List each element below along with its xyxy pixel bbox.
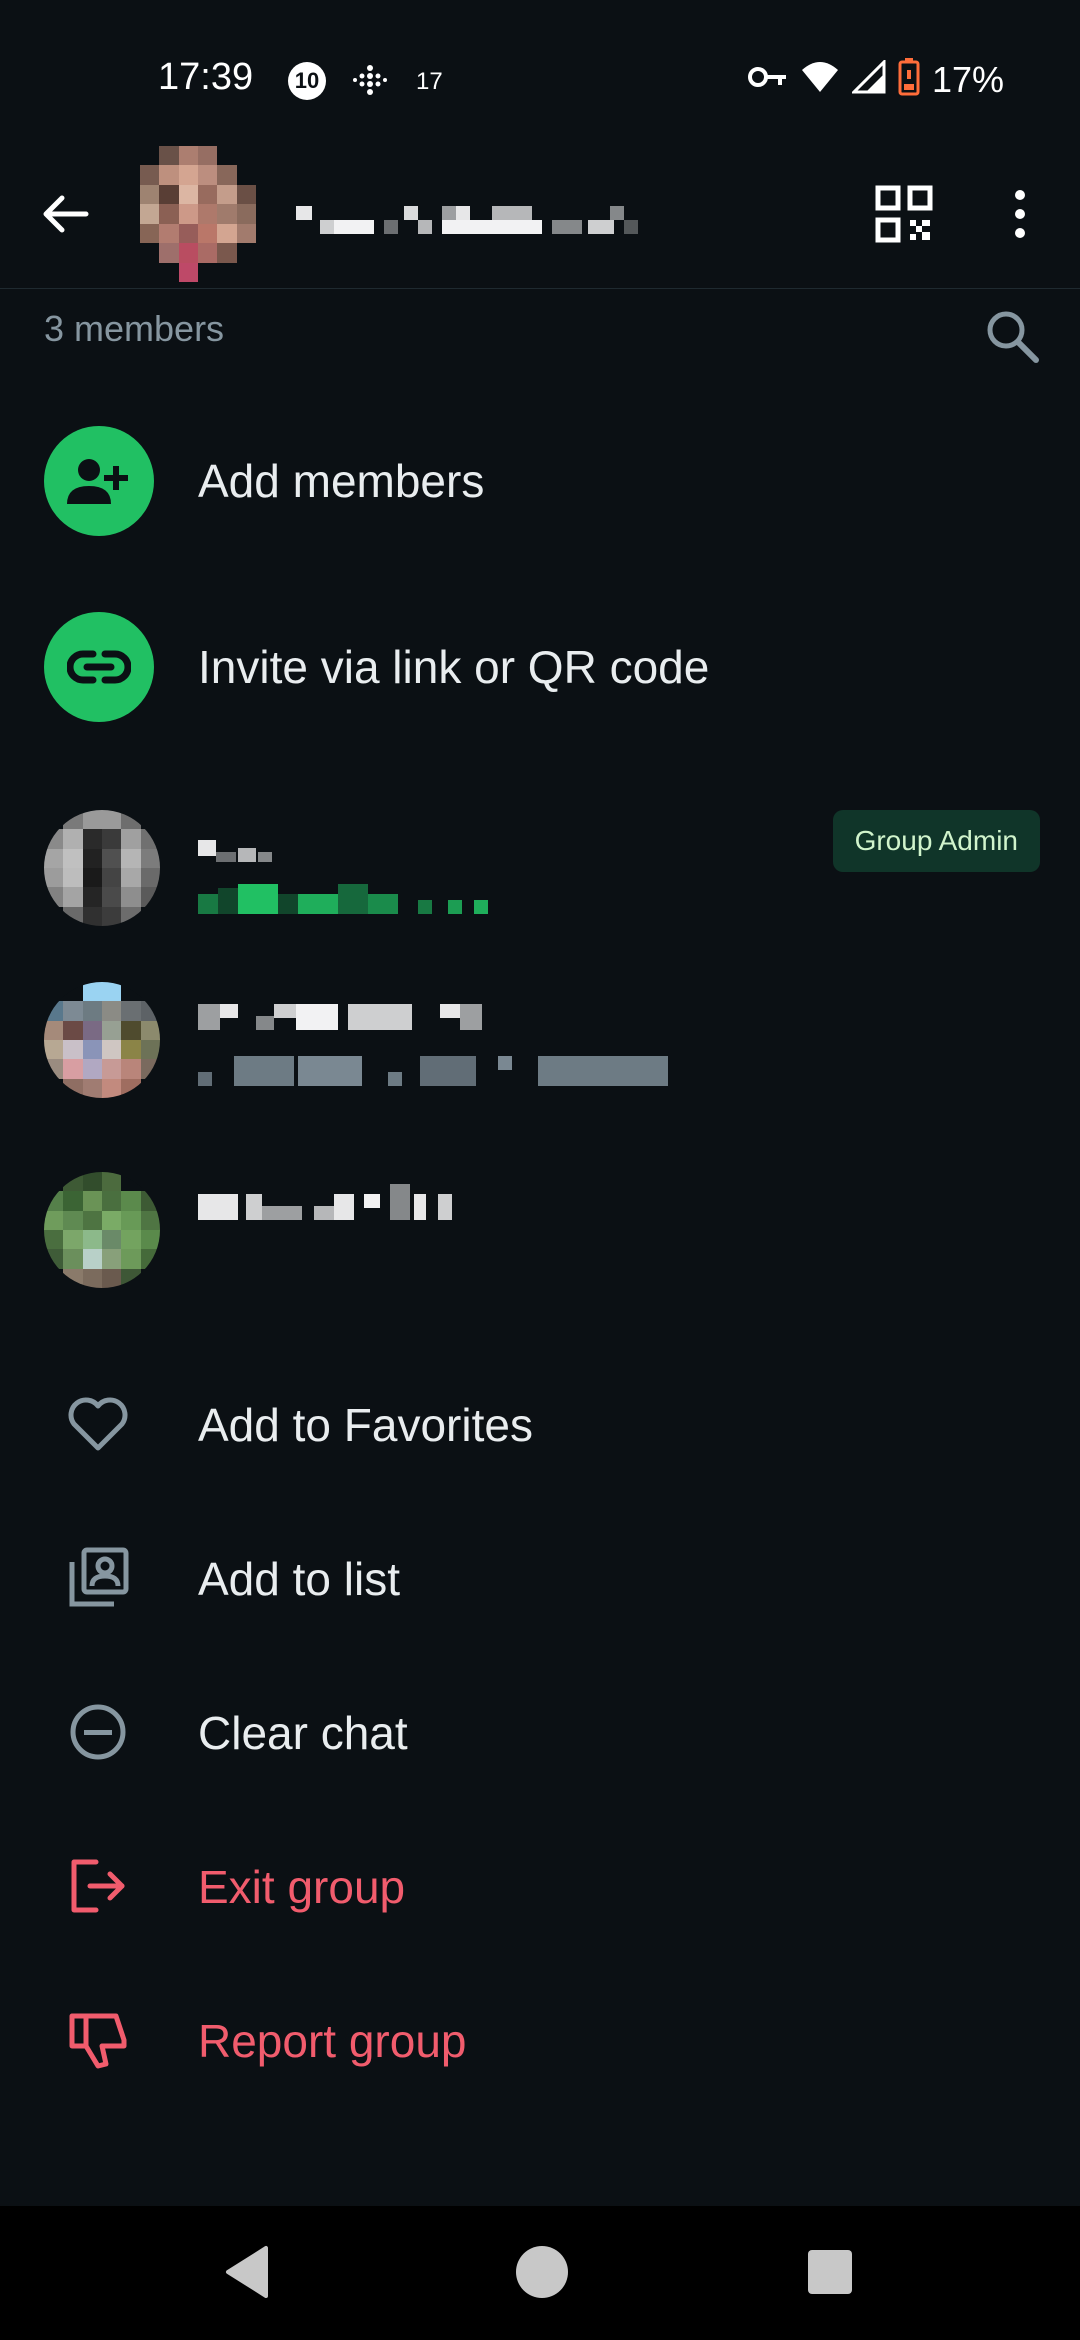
nav-home-button[interactable] [512, 2242, 572, 2302]
status-time: 17:39 [158, 56, 254, 98]
group-name-pixelated[interactable] [292, 184, 772, 244]
circle-home-icon [516, 2246, 568, 2298]
group-avatar[interactable] [140, 146, 256, 282]
more-options-button[interactable] [990, 184, 1050, 244]
link-icon [67, 650, 131, 684]
invite-link-label: Invite via link or QR code [198, 641, 710, 693]
battery-icon [898, 58, 920, 101]
signal-icon [850, 58, 886, 99]
clear-chat-row[interactable]: Clear chat [0, 1664, 1080, 1794]
member-status-pixelated [198, 1050, 798, 1090]
member-name-pixelated [198, 822, 278, 862]
member-row[interactable] [0, 966, 1080, 1116]
add-to-favorites-row[interactable]: Add to Favorites [0, 1356, 1080, 1486]
member-status-pixelated [198, 878, 508, 918]
notification-badge: 10 [288, 62, 326, 100]
qr-code-button[interactable] [874, 184, 934, 244]
thumbs-down-icon [69, 2013, 127, 2069]
add-to-favorites-label: Add to Favorites [198, 1399, 533, 1451]
group-admin-badge: Group Admin [832, 810, 1040, 872]
add-members-circle [44, 426, 154, 536]
member-row[interactable]: Group Admin [0, 794, 1080, 944]
search-members-button[interactable] [982, 306, 1042, 366]
arrow-left-icon [43, 195, 89, 233]
add-members-row[interactable]: Add members [0, 410, 1080, 550]
more-vertical-icon [1015, 190, 1025, 238]
heart-icon [68, 1397, 128, 1451]
square-recents-icon [808, 2250, 852, 2294]
clear-chat-label: Clear chat [198, 1707, 408, 1759]
add-to-list-label: Add to list [198, 1553, 400, 1605]
wifi-icon [800, 60, 840, 99]
add-person-icon [67, 459, 128, 504]
exit-group-label: Exit group [198, 1861, 406, 1913]
nav-recents-button[interactable] [800, 2242, 860, 2302]
report-group-label: Report group [198, 2015, 467, 2067]
app-notification-icon [352, 64, 388, 105]
notification-count: 17 [416, 68, 443, 95]
member-avatar [44, 810, 160, 926]
search-icon [987, 311, 1039, 363]
report-group-row[interactable]: Report group [0, 1972, 1080, 2102]
vpn-key-icon [747, 65, 788, 94]
member-name-pixelated [198, 994, 648, 1034]
clear-circle-icon [70, 1704, 126, 1760]
exit-group-row[interactable]: Exit group [0, 1818, 1080, 1948]
group-info-header [0, 140, 1080, 289]
triangle-back-icon [226, 2246, 268, 2298]
member-avatar [44, 982, 160, 1098]
status-bar: 17:39 10 17 17% [0, 0, 1080, 140]
contact-list-icon [69, 1547, 129, 1607]
exit-icon [71, 1859, 125, 1913]
member-name-pixelated [198, 1184, 598, 1224]
invite-link-circle [44, 612, 154, 722]
add-members-label: Add members [198, 455, 485, 507]
system-navigation-bar [0, 2206, 1080, 2340]
back-button[interactable] [36, 184, 96, 244]
nav-back-button[interactable] [218, 2242, 278, 2302]
member-avatar [44, 1172, 160, 1288]
add-to-list-row[interactable]: Add to list [0, 1510, 1080, 1640]
qr-code-icon [875, 185, 933, 243]
members-count: 3 members [44, 308, 225, 349]
invite-link-row[interactable]: Invite via link or QR code [0, 596, 1080, 736]
member-row[interactable] [0, 1156, 1080, 1306]
battery-percent: 17% [931, 58, 1004, 100]
